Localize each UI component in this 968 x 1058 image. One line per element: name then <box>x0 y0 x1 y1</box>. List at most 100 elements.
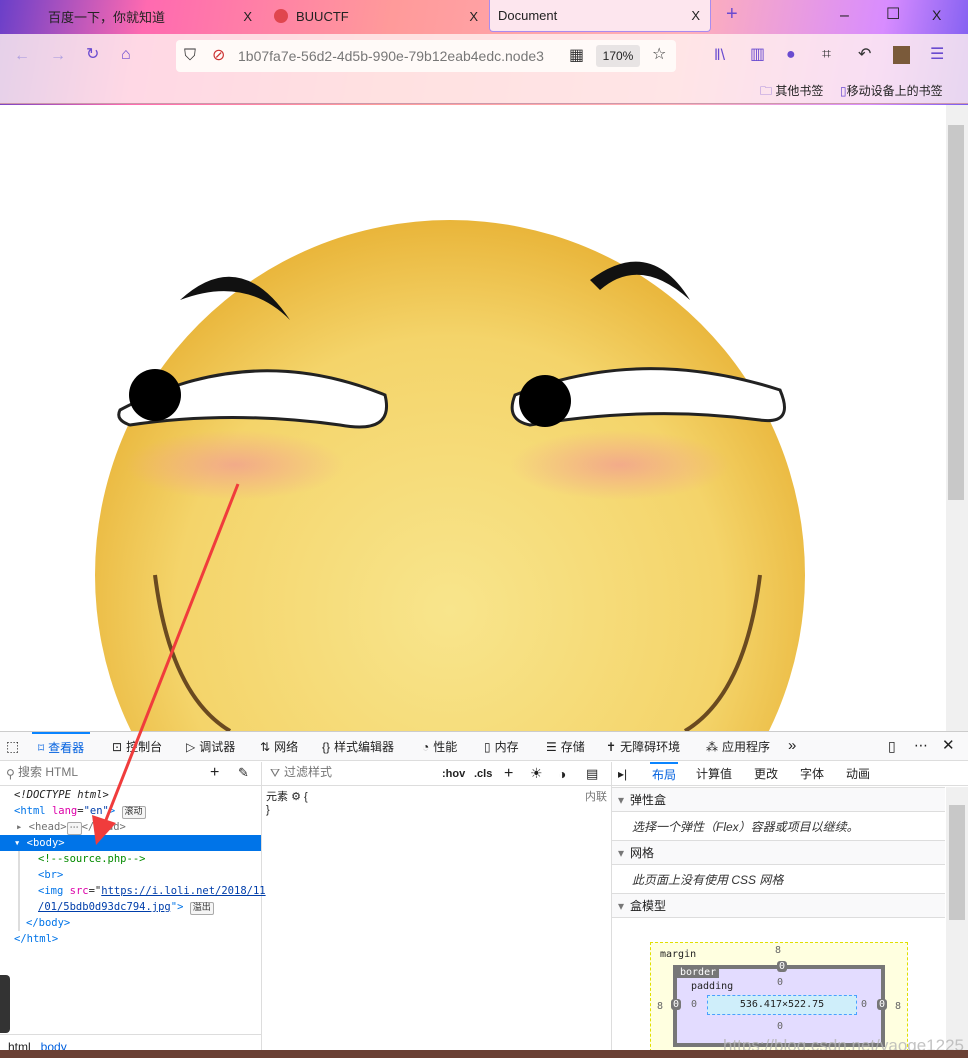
tab-baidu[interactable]: 百度一下，你就知道 X <box>0 0 262 32</box>
zoom-level[interactable]: 170% <box>596 45 640 67</box>
new-tab-button[interactable]: + <box>726 4 738 24</box>
light-scheme-icon[interactable]: ☀ <box>530 765 543 782</box>
collapse-arrow-icon[interactable]: ▾ <box>618 899 624 913</box>
url-text[interactable]: 1b07fa7e-56d2-4d5b-990e-79b12eab4edc.nod… <box>238 48 556 64</box>
expand-arrow-icon[interactable]: ▸ <box>16 821 22 833</box>
close-window-button[interactable]: X <box>932 7 941 23</box>
more-tabs-button[interactable]: » <box>788 737 796 754</box>
border-top[interactable]: 0 <box>777 961 788 972</box>
head-node[interactable]: ▸ <head> ⋯ </head> <box>0 819 261 835</box>
margin-left[interactable]: 8 <box>657 1001 663 1012</box>
hov-toggle[interactable]: :hov <box>442 768 465 780</box>
bookmark-other[interactable]: 🗀 其他书签 <box>760 82 823 103</box>
tab-computed[interactable]: 计算值 <box>696 765 732 782</box>
menu-icon[interactable]: ☰ <box>930 47 944 63</box>
scrollbar-thumb[interactable] <box>949 805 965 920</box>
add-rule-icon[interactable]: + <box>504 765 513 783</box>
print-media-icon[interactable]: ▤ <box>586 766 598 782</box>
bookmark-mobile[interactable]: ▯移动设备上的书签 <box>840 82 943 99</box>
tab-console[interactable]: ⊡ 控制台 <box>112 732 162 761</box>
insecure-lock-icon[interactable]: ⊘ <box>212 48 225 64</box>
maximize-button[interactable]: ☐ <box>886 7 900 23</box>
collapse-arrow-icon[interactable]: ▾ <box>14 837 20 849</box>
margin-right[interactable]: 8 <box>895 1001 901 1012</box>
account-icon[interactable]: ● <box>786 47 796 63</box>
tab-fonts[interactable]: 字体 <box>800 765 824 782</box>
eyedropper-icon[interactable]: ✎ <box>238 765 249 781</box>
collapse-arrow-icon[interactable]: ▾ <box>618 846 624 860</box>
close-icon[interactable]: X <box>243 9 252 24</box>
extension-avatar-icon[interactable] <box>893 46 910 64</box>
tab-buuctf[interactable]: BUUCTF X <box>264 0 488 32</box>
padding-left[interactable]: 0 <box>691 999 697 1010</box>
comment-node[interactable]: <!--source.php--> <box>38 851 261 867</box>
tab-memory[interactable]: ▯ 内存 <box>484 732 519 761</box>
undo-icon[interactable]: ↶ <box>858 47 871 63</box>
tab-debugger[interactable]: ▷ 调试器 <box>186 732 235 761</box>
border-right[interactable]: 0 <box>876 999 887 1010</box>
tab-layout[interactable]: 布局 <box>650 762 679 785</box>
html-node[interactable]: <html lang="en"> 滚动 <box>0 803 261 819</box>
tab-performance[interactable]: ◔ 性能 <box>422 732 457 761</box>
screenshot-icon[interactable]: ⌗ <box>822 47 831 63</box>
tab-network[interactable]: ⇅ 网络 <box>260 732 298 761</box>
src-link[interactable]: /01/5bdb0d93dc794.jpg <box>38 901 171 913</box>
src-link[interactable]: https://i.loli.net/2018/11 <box>101 885 265 897</box>
doctype-node[interactable]: <!DOCTYPE html> <box>0 787 261 803</box>
img-node[interactable]: <img src="https://i.loli.net/2018/11 <box>38 883 266 899</box>
dark-scheme-icon[interactable]: ◑ <box>558 766 566 782</box>
home-icon[interactable]: ⌂ <box>121 47 131 63</box>
box-model-section-header[interactable]: ▾ 盒模型 <box>612 893 945 918</box>
responsive-design-icon[interactable]: ▯ <box>888 738 896 755</box>
address-bar[interactable]: ⛉ ⊘ 1b07fa7e-56d2-4d5b-990e-79b12eab4edc… <box>176 40 676 72</box>
search-html-input[interactable] <box>18 765 198 779</box>
shield-icon[interactable]: ⛉ <box>184 48 196 64</box>
options-menu-icon[interactable]: ⋯ <box>914 737 928 754</box>
filter-styles-input[interactable] <box>284 765 434 779</box>
sidebar-icon[interactable]: ▥ <box>750 47 765 63</box>
padding-top[interactable]: 0 <box>777 977 783 988</box>
padding-right[interactable]: 0 <box>861 999 867 1010</box>
element-picker-icon[interactable]: ⬚ <box>6 738 19 755</box>
body-close-node[interactable]: </body> <box>26 915 261 931</box>
qr-code-icon[interactable]: ▦ <box>569 48 584 64</box>
border-left[interactable]: 0 <box>671 999 682 1010</box>
content-size[interactable]: 536.417×522.75 <box>707 995 857 1015</box>
margin-top[interactable]: 8 <box>775 945 781 956</box>
minimize-button[interactable]: – <box>840 8 849 24</box>
scroll-badge[interactable]: 滚动 <box>121 806 146 819</box>
reload-icon[interactable]: ↻ <box>86 47 99 63</box>
toggle-pane-icon[interactable]: ▸| <box>618 767 627 781</box>
img-node-cont[interactable]: /01/5bdb0d93dc794.jpg"> 溢出 <box>38 899 261 915</box>
tab-document[interactable]: Document X <box>489 0 711 32</box>
layout-scrollbar[interactable] <box>946 787 968 1058</box>
collapse-arrow-icon[interactable]: ▾ <box>618 793 624 807</box>
body-node-selected[interactable]: ▾ <body> <box>0 835 261 851</box>
back-icon[interactable]: ← <box>14 48 30 64</box>
tab-style-editor[interactable]: {} 样式编辑器 <box>322 732 394 761</box>
cls-toggle[interactable]: .cls <box>474 768 492 780</box>
flexbox-section-header[interactable]: ▾ 弹性盒 <box>612 787 945 812</box>
overflow-badge[interactable]: 溢出 <box>189 902 214 915</box>
bookmark-star-icon[interactable]: ☆ <box>652 47 666 63</box>
gear-icon[interactable]: ⚙ <box>291 791 301 803</box>
tab-animations[interactable]: 动画 <box>846 765 870 782</box>
forward-icon[interactable]: → <box>50 48 66 64</box>
close-icon[interactable]: X <box>469 9 478 24</box>
tab-application[interactable]: ⁂ 应用程序 <box>706 732 770 761</box>
tab-inspector[interactable]: ⌑ 查看器 <box>32 732 91 761</box>
padding-bottom[interactable]: 0 <box>777 1021 783 1032</box>
scrollbar-thumb[interactable] <box>948 125 964 500</box>
page-scrollbar[interactable] <box>946 105 968 731</box>
br-node[interactable]: <br> <box>38 867 261 883</box>
html-close-node[interactable]: </html> <box>0 931 261 947</box>
tab-accessibility[interactable]: ✝ 无障碍环境 <box>606 732 680 761</box>
close-icon[interactable]: X <box>691 8 700 23</box>
tab-changes[interactable]: 更改 <box>754 765 778 782</box>
add-node-icon[interactable]: + <box>210 764 219 782</box>
collapsed-badge[interactable]: ⋯ <box>66 822 82 835</box>
library-icon[interactable]: ‖\ <box>714 48 725 64</box>
grid-section-header[interactable]: ▾ 网格 <box>612 840 945 865</box>
tab-storage[interactable]: ☰ 存储 <box>546 732 585 761</box>
close-devtools-icon[interactable]: ✕ <box>942 736 955 754</box>
